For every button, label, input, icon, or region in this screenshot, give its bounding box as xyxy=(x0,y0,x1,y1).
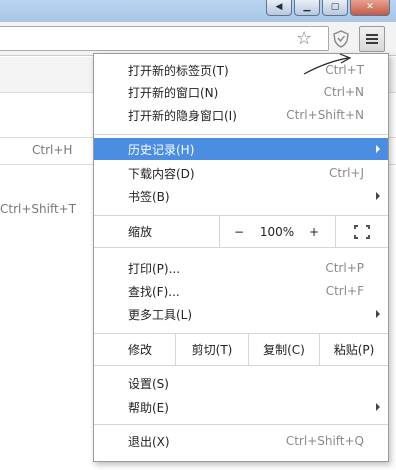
menu-item-label: 设置(S) xyxy=(128,376,169,391)
menu-separator xyxy=(94,424,388,425)
divider xyxy=(335,216,336,247)
bookmark-star-icon[interactable]: ☆ xyxy=(296,29,312,49)
menu-item-downloads[interactable]: 下载内容(D) Ctrl+J xyxy=(94,162,388,184)
menu-item-shortcut: Ctrl+F xyxy=(325,284,364,298)
menu-item-settings[interactable]: 设置(S) xyxy=(94,372,388,394)
menu-item-label: 打开新的窗口(N) xyxy=(128,85,219,100)
menu-item-shortcut: Ctrl+N xyxy=(323,85,364,99)
maximize-icon[interactable]: ▢ xyxy=(322,0,348,16)
menu-item-label: 打印(P)... xyxy=(128,261,181,276)
menu-item-label: 历史记录(H) xyxy=(128,142,195,157)
menu-item-shortcut: Ctrl+Shift+Q xyxy=(285,434,364,448)
menu-item-label: 打开新的隐身窗口(I) xyxy=(128,108,237,123)
menu-item-label: 更多工具(L) xyxy=(128,307,193,322)
menu-item-bookmarks[interactable]: 书签(B) xyxy=(94,185,388,207)
menu-item-incognito[interactable]: 打开新的隐身窗口(I) Ctrl+Shift+N xyxy=(94,104,388,126)
edit-row: 修改 剪切(T) 复制(C) 粘贴(P) xyxy=(94,333,388,366)
fullscreen-icon[interactable] xyxy=(354,225,370,239)
cut-button[interactable]: 剪切(T) xyxy=(176,334,248,365)
submenu-arrow-icon xyxy=(376,310,380,318)
menu-item-shortcut: Ctrl+P xyxy=(325,261,364,275)
menu-item-exit[interactable]: 退出(X) Ctrl+Shift+Q xyxy=(94,430,388,452)
menu-item-shortcut: Ctrl+Shift+N xyxy=(286,108,364,122)
menu-item-shortcut: Ctrl+J xyxy=(329,166,364,180)
menu-item-new-tab[interactable]: 打开新的标签页(T) Ctrl+T xyxy=(94,59,388,81)
submenu-arrow-icon xyxy=(376,403,380,411)
submenu-arrow-icon xyxy=(376,192,380,200)
back-icon[interactable]: ◀ xyxy=(266,0,292,16)
paste-button[interactable]: 粘贴(P) xyxy=(320,334,388,365)
menu-item-shortcut: Ctrl+T xyxy=(325,63,364,77)
menu-item-label: 打开新的标签页(T) xyxy=(128,63,229,78)
menu-separator xyxy=(94,134,388,135)
menu-item-more-tools[interactable]: 更多工具(L) xyxy=(94,303,388,325)
menu-item-label: 下载内容(D) xyxy=(128,166,195,181)
zoom-level: 100% xyxy=(259,224,295,239)
submenu-arrow-icon xyxy=(376,145,380,153)
reopen-tab-shortcut-text: Ctrl+Shift+T xyxy=(0,202,77,216)
edit-label: 修改 xyxy=(128,343,153,357)
menu-item-print[interactable]: 打印(P)... Ctrl+P xyxy=(94,257,388,279)
window-title-bar: ◀ ▁ ▢ ✕ xyxy=(0,0,396,22)
shield-icon[interactable] xyxy=(333,30,349,48)
menu-item-label: 书签(B) xyxy=(128,189,170,204)
menu-item-new-window[interactable]: 打开新的窗口(N) Ctrl+N xyxy=(94,81,388,103)
zoom-row: 缩放 − 100% + xyxy=(94,215,388,248)
copy-button[interactable]: 复制(C) xyxy=(249,334,319,365)
minimize-icon[interactable]: ▁ xyxy=(294,0,320,16)
window-controls: ◀ ▁ ▢ ✕ xyxy=(266,0,390,16)
zoom-in-button[interactable]: + xyxy=(300,216,328,247)
address-bar[interactable]: ☆ xyxy=(0,26,329,51)
chrome-main-menu: 打开新的标签页(T) Ctrl+T 打开新的窗口(N) Ctrl+N 打开新的隐… xyxy=(93,53,389,462)
menu-item-label: 退出(X) xyxy=(128,434,170,449)
menu-item-label: 查找(F)... xyxy=(128,284,180,299)
menu-item-help[interactable]: 帮助(E) xyxy=(94,396,388,418)
menu-item-history[interactable]: 历史记录(H) xyxy=(94,138,388,160)
browser-toolbar: ☆ xyxy=(0,22,396,56)
history-shortcut-text: Ctrl+H xyxy=(32,143,73,157)
menu-item-find[interactable]: 查找(F)... Ctrl+F xyxy=(94,280,388,302)
zoom-label: 缩放 xyxy=(128,225,153,239)
close-icon[interactable]: ✕ xyxy=(350,0,390,16)
hamburger-menu-icon[interactable] xyxy=(359,26,385,52)
menu-item-label: 帮助(E) xyxy=(128,400,169,415)
